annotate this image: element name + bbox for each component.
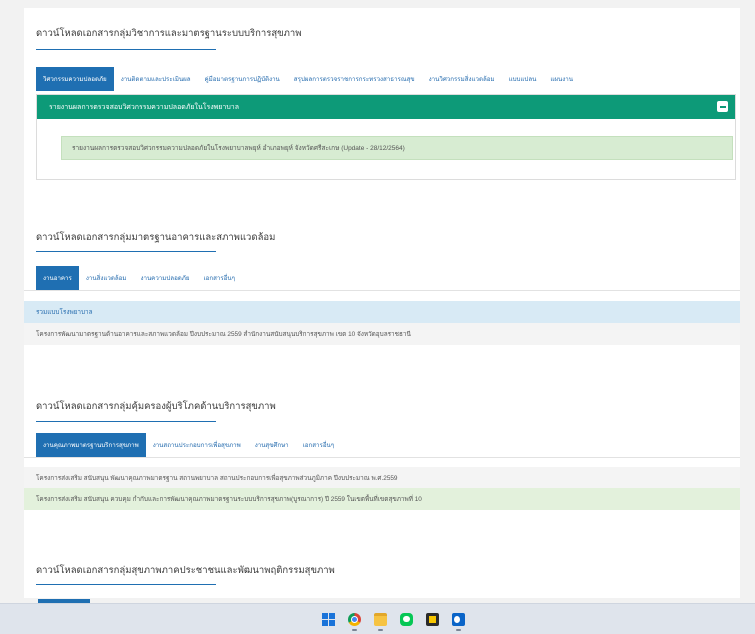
panel-header[interactable]: รายงานผลการตรวจสอบวิศวกรรมความปลอดภัยในโ… [37, 95, 735, 119]
section-title-consumer-protection: ดาวน์โหลดเอกสารกลุ่มคุ้มครองผู้บริโภคด้า… [36, 401, 276, 412]
windows-taskbar [0, 603, 755, 634]
panel-header-label: รายงานผลการตรวจสอบวิศวกรรมความปลอดภัยในโ… [49, 103, 239, 111]
tab-inspection-summary[interactable]: สรุปผลการตรวจราชการกระทรวงสาธารณสุข [287, 67, 422, 91]
chrome-icon[interactable] [348, 613, 361, 626]
document-link-integrated-quality[interactable]: โครงการส่งเสริม สนับสนุน ควบคุม กำกับและ… [24, 488, 740, 510]
section-title-underline [36, 421, 216, 422]
tab-blueprints[interactable]: แบบแปลน [502, 67, 544, 91]
tabbar-consumer-protection: งานคุณภาพมาตรฐานบริการสุขภาพ งานสถานประก… [36, 433, 341, 457]
tabbar-divider [24, 290, 740, 291]
line-icon[interactable] [400, 613, 413, 626]
minus-icon [719, 105, 726, 108]
section-title-underline [36, 251, 216, 252]
page-content: ดาวน์โหลดเอกสารกลุ่มวิชาการและมาตรฐานระบ… [24, 8, 740, 598]
tab-monitoring-evaluation[interactable]: งานติดตามและประเมินผล [114, 67, 198, 91]
tab-health-service-quality[interactable]: งานคุณภาพมาตรฐานบริการสุขภาพ [36, 433, 146, 457]
tab-environmental-engineering[interactable]: งานวิศวกรรมสิ่งแวดล้อม [422, 67, 502, 91]
section-title-underline [36, 49, 216, 50]
section-title-academic: ดาวน์โหลดเอกสารกลุ่มวิชาการและมาตรฐานระบ… [36, 28, 302, 39]
outlook-icon[interactable] [452, 613, 465, 626]
active-indicator [378, 629, 383, 631]
safety-report-panel: รายงานผลการตรวจสอบวิศวกรรมความปลอดภัยในโ… [36, 94, 736, 180]
collapse-button[interactable] [717, 101, 728, 112]
tabbar-academic: วิศวกรรมความปลอดภัย งานติดตามและประเมินผ… [36, 67, 580, 91]
tab-environment-work[interactable]: งานสิ่งแวดล้อม [79, 266, 134, 290]
tab-plans[interactable]: แผนงาน [543, 67, 580, 91]
tab-safety-engineering[interactable]: วิศวกรรมความปลอดภัย [36, 67, 114, 91]
tab-health-establishments[interactable]: งานสถานประกอบการเพื่อสุขภาพ [146, 433, 248, 457]
document-link-quality-standard[interactable]: โครงการส่งเสริม สนับสนุน พัฒนาคุณภาพมาตร… [24, 467, 740, 488]
safety-report-link[interactable]: รายงานผลการตรวจสอบวิศวกรรมความปลอดภัยในโ… [61, 136, 733, 160]
tab-safety-work[interactable]: งานความปลอดภัย [133, 266, 196, 290]
file-explorer-icon[interactable] [374, 613, 387, 626]
active-indicator [456, 629, 461, 631]
windows-start-icon[interactable] [322, 613, 335, 626]
group-header-hospital-designs[interactable]: รวมแบบโรงพยาบาล [24, 301, 740, 323]
tab-building-work[interactable]: งานอาคาร [36, 266, 79, 290]
sticky-notes-icon[interactable] [426, 613, 439, 626]
document-link-building-standard[interactable]: โครงการพัฒนามาตรฐานด้านอาคารและสภาพแวดล้… [24, 323, 740, 345]
tabbar-building: งานอาคาร งานสิ่งแวดล้อม งานความปลอดภัย เ… [36, 266, 242, 290]
tab-other-documents[interactable]: เอกสารอื่นๆ [296, 433, 341, 457]
section-title-underline [36, 584, 216, 585]
tab-operation-manual[interactable]: คู่มือมาตรฐานการปฏิบัติงาน [198, 67, 287, 91]
section-title-public-health: ดาวน์โหลดเอกสารกลุ่มสุขภาพภาคประชาชนและพ… [36, 565, 335, 576]
tab-health-education[interactable]: งานสุขศึกษา [248, 433, 296, 457]
tabbar-divider [24, 457, 740, 458]
tab-other-documents[interactable]: เอกสารอื่นๆ [197, 266, 242, 290]
active-indicator [352, 629, 357, 631]
section-title-building: ดาวน์โหลดเอกสารกลุ่มมาตรฐานอาคารและสภาพแ… [36, 232, 276, 243]
